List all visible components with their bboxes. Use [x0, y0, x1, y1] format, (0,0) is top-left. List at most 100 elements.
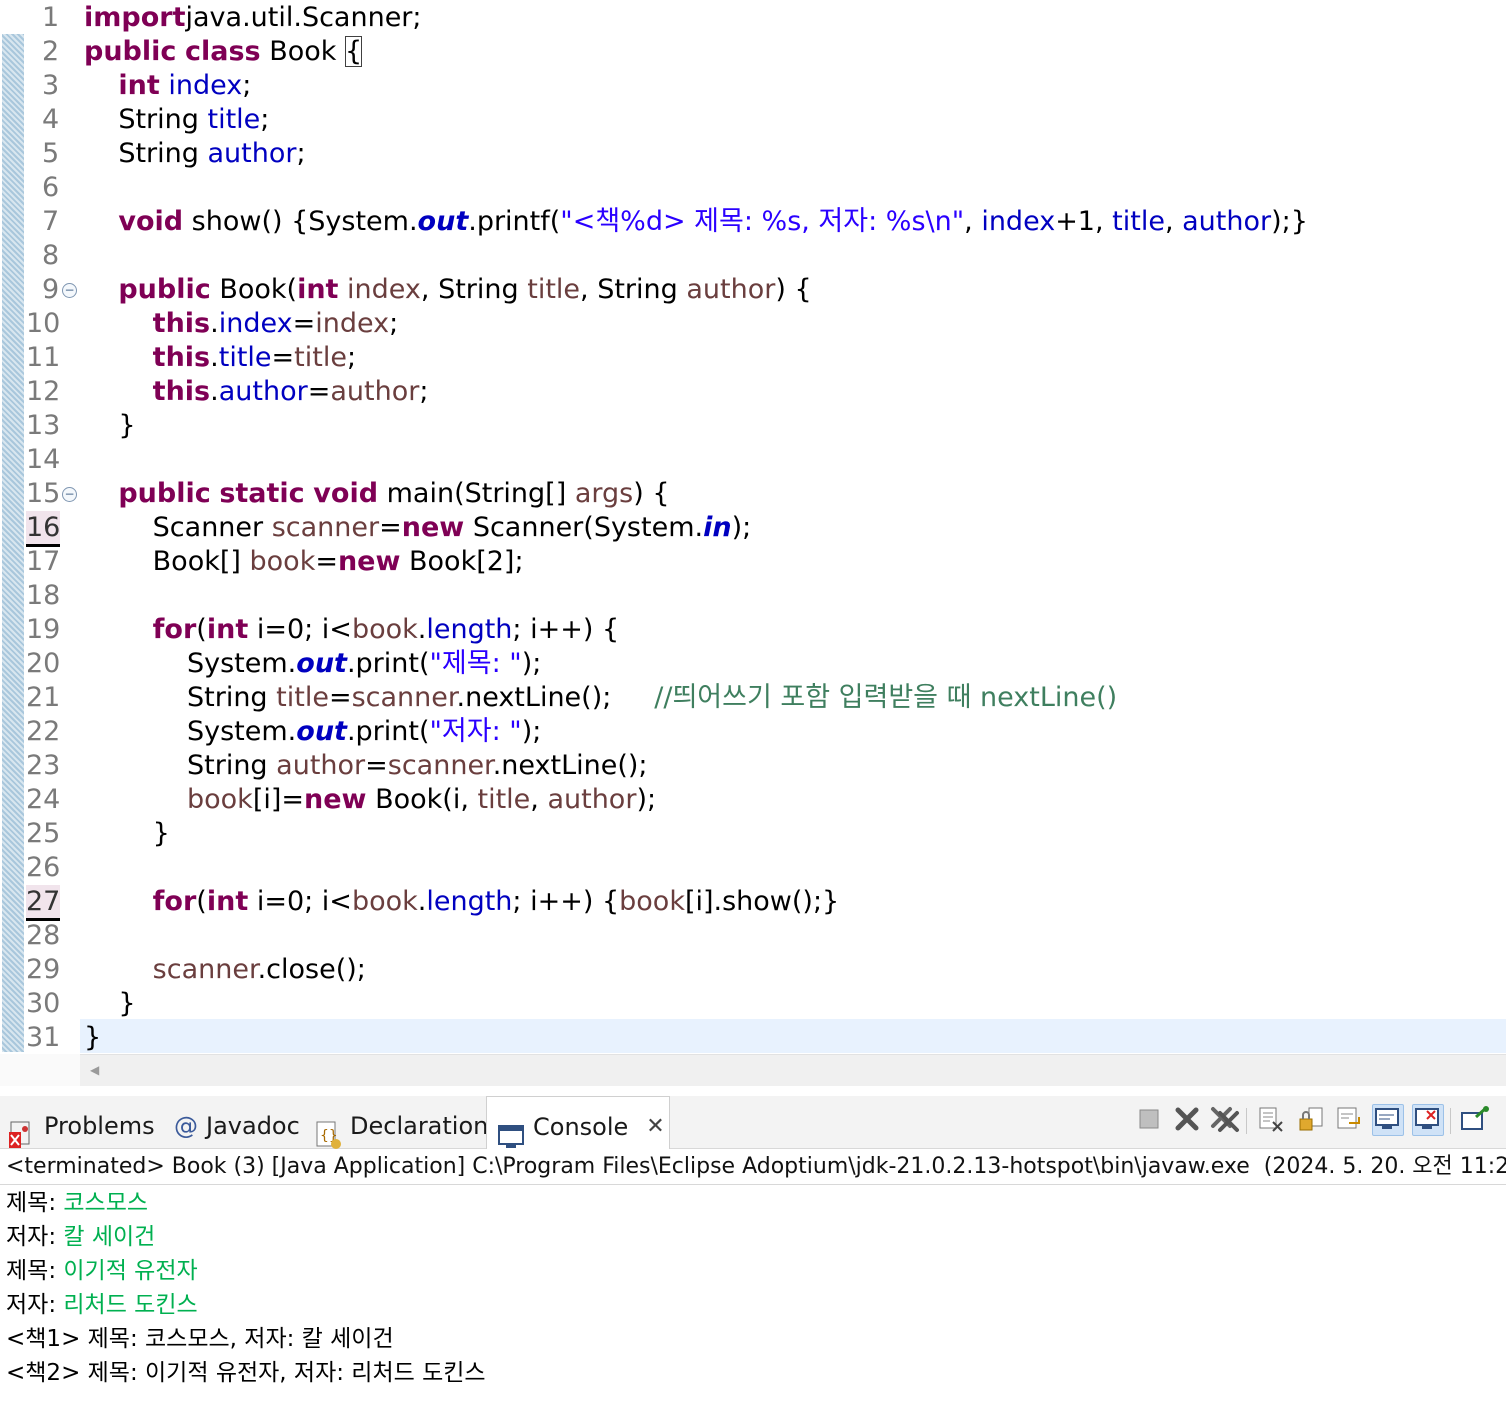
code-line[interactable]: int index;: [84, 69, 251, 103]
code-line[interactable]: book[i]=new Book(i, title, author);: [84, 783, 656, 817]
code-line[interactable]: Scanner scanner=new Scanner(System.in);: [84, 511, 752, 545]
code-token: title: [207, 104, 261, 135]
code-token: .: [210, 342, 219, 373]
remove-launch-icon[interactable]: [1172, 1104, 1202, 1134]
code-line[interactable]: String title;: [84, 103, 269, 137]
tab-declaration[interactable]: {} Declaration: [314, 1096, 488, 1149]
code-token: title: [1112, 206, 1165, 237]
pin-console-icon[interactable]: [1460, 1104, 1490, 1134]
code-line[interactable]: for(int i=0; i<book.length; i++) {book[i…: [84, 885, 840, 919]
gutter-filler: [0, 1054, 80, 1086]
code-line[interactable]: for(int i=0; i<book.length; i++) {: [84, 613, 619, 647]
code-line[interactable]: public Book(int index, String title, Str…: [84, 273, 812, 307]
scroll-left-arrow-icon[interactable]: ◀: [90, 1063, 99, 1077]
code-token: =: [379, 512, 402, 543]
code-line[interactable]: this.author=author;: [84, 375, 429, 409]
code-token: );: [636, 784, 657, 815]
code-token: author: [330, 376, 420, 407]
line-number: 19: [26, 614, 61, 645]
code-line[interactable]: String title=scanner.nextLine(); //띄어쓰기 …: [84, 681, 1117, 715]
code-token: =: [271, 342, 295, 373]
console-line: <책2> 제목: 이기적 유전자, 저자: 리처드 도킨스: [6, 1356, 486, 1390]
code-token: index: [168, 70, 243, 101]
tab-console[interactable]: Console ✕: [486, 1096, 670, 1149]
fold-toggle-icon[interactable]: −: [62, 283, 77, 298]
console-line: <책1> 제목: 코스모스, 저자: 칼 세이건: [6, 1322, 486, 1356]
console-user-input: 코스모스: [63, 1190, 149, 1216]
code-token: =: [328, 682, 352, 713]
show-console-on-stdout-icon[interactable]: [1372, 1104, 1404, 1136]
code-token: );: [521, 716, 542, 747]
line-number: 13: [26, 410, 61, 441]
code-line[interactable]: String author;: [84, 137, 305, 171]
line-number: 11: [26, 342, 61, 373]
code-token: Book(i,: [366, 784, 478, 815]
console-output[interactable]: 제목: 코스모스 저자: 칼 세이건 제목: 이기적 유전자 저자: 리처드 도킨스 <…: [6, 1186, 486, 1390]
code-token: ;: [346, 342, 357, 373]
tab-javadoc-label: Javadoc: [206, 1112, 300, 1140]
code-token: book: [249, 546, 316, 577]
code-line[interactable]: importjava.util.Scanner;: [84, 1, 422, 35]
at-sign-icon: @: [174, 1112, 198, 1140]
code-token: Book[2];: [400, 546, 524, 577]
console-output-text: 저자:: [6, 1292, 64, 1318]
panel-tab-bar: Problems @ Javadoc {} Declaration Consol…: [0, 1096, 1506, 1149]
code-token: author: [547, 784, 637, 815]
scroll-lock-icon[interactable]: [1296, 1104, 1326, 1134]
remove-all-terminated-icon[interactable]: [1210, 1104, 1240, 1134]
code-token: }: [84, 410, 136, 441]
clear-console-icon[interactable]: [1256, 1104, 1286, 1134]
line-number: 4: [42, 104, 60, 135]
code-line[interactable]: Book[] book=new Book[2];: [84, 545, 524, 579]
tab-problems[interactable]: Problems: [8, 1096, 155, 1148]
code-line[interactable]: this.title=title;: [84, 341, 356, 375]
code-line[interactable]: }: [84, 1021, 101, 1054]
word-wrap-icon[interactable]: [1334, 1104, 1364, 1134]
line-number: 17: [26, 546, 61, 577]
console-icon: [497, 1113, 525, 1148]
tab-javadoc[interactable]: @ Javadoc: [174, 1096, 300, 1148]
show-console-on-stderr-icon[interactable]: [1412, 1104, 1444, 1136]
code-token: out: [296, 648, 347, 679]
horizontal-scrollbar[interactable]: ◀: [80, 1054, 1506, 1087]
code-line[interactable]: }: [84, 987, 135, 1021]
code-token: (: [196, 614, 207, 645]
tab-declaration-label: Declaration: [350, 1112, 489, 1140]
code-token: "제목: ": [429, 648, 522, 679]
code-line[interactable]: String author=scanner.nextLine();: [84, 749, 648, 783]
code-token: );: [521, 648, 542, 679]
code-token: Scanner(System.: [464, 512, 704, 543]
code-line[interactable]: void show() {System.out.printf("<책%d> 제목…: [84, 205, 1308, 239]
code-token: scanner: [271, 512, 380, 543]
console-process-status: <terminated> Book (3) [Java Application]…: [6, 1154, 1506, 1179]
line-number: 10: [26, 308, 61, 339]
code-token: );}: [1271, 206, 1308, 237]
terminate-icon[interactable]: [1134, 1104, 1164, 1134]
code-token: show() {System.: [183, 206, 418, 237]
code-line[interactable]: System.out.print("저자: ");: [84, 715, 541, 749]
console-output-text: <책1> 제목: 코스모스, 저자: 칼 세이건: [6, 1326, 394, 1352]
code-line[interactable]: public static void main(String[] args) {: [84, 477, 669, 511]
code-line[interactable]: }: [84, 817, 170, 851]
fold-toggle-icon[interactable]: −: [62, 487, 77, 502]
code-token: .nextLine();: [456, 682, 655, 713]
code-token: int: [206, 614, 249, 645]
code-token: [i]=: [252, 784, 305, 815]
code-token: Scanner: [84, 512, 272, 543]
code-line[interactable]: }: [84, 409, 136, 443]
console-line: 제목: 코스모스: [6, 1186, 486, 1220]
code-token: .: [210, 308, 219, 339]
code-token: (: [196, 886, 207, 917]
code-line[interactable]: scanner.close();: [84, 953, 366, 987]
close-icon[interactable]: ✕: [646, 1097, 664, 1157]
code-line[interactable]: this.index=index;: [84, 307, 399, 341]
code-editor[interactable]: 1 2 3 4 5 6 7 8 9 10 11 12 13 14 15 16 17 18 19 20 21 22 23 24 2…: [0, 0, 1506, 1054]
code-line[interactable]: public class Book {: [84, 35, 363, 69]
code-line[interactable]: System.out.print("제목: ");: [84, 647, 541, 681]
code-token: in: [703, 512, 732, 543]
code-token: ) {: [775, 274, 812, 305]
